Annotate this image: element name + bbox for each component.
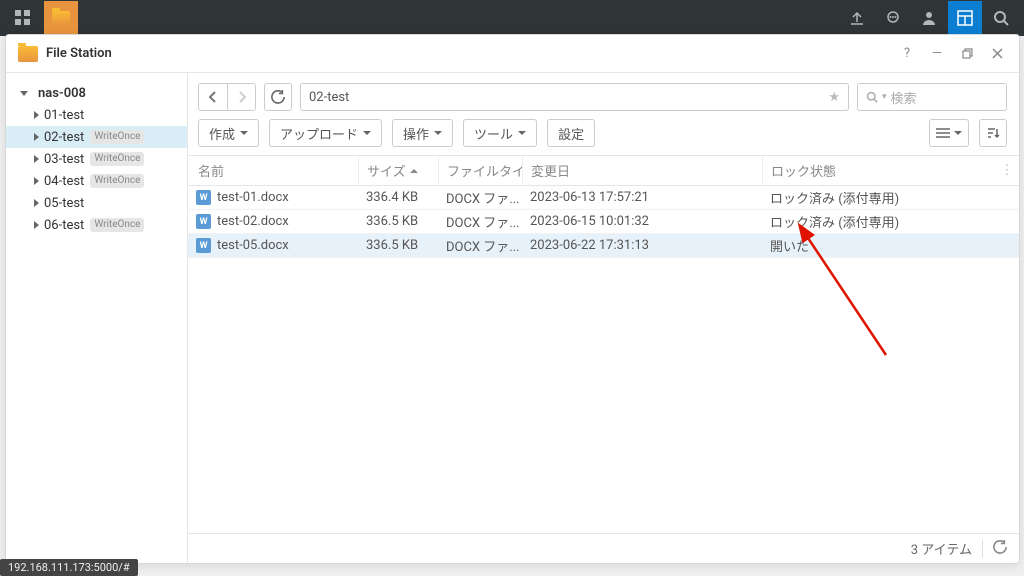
view-mode-button[interactable] <box>929 119 969 147</box>
item-count: 3 アイテム <box>911 539 972 558</box>
upload-button[interactable]: アップロード <box>269 119 382 147</box>
file-table: 名前 サイズ ファイルタイ... 変更日 ロック状態 ⋮ Wtest-01.do… <box>188 156 1019 533</box>
writeonce-badge: WriteOnce <box>90 130 144 144</box>
chevron-right-icon <box>34 133 39 141</box>
action-toolbar: 作成 アップロード 操作 ツール 設定 <box>188 117 1019 156</box>
nav-forward-button[interactable] <box>227 84 255 110</box>
tree-item-02-test[interactable]: 02-test WriteOnce <box>6 126 187 148</box>
chevron-down-icon <box>20 91 28 96</box>
writeonce-badge: WriteOnce <box>90 152 144 166</box>
settings-button[interactable]: 設定 <box>547 119 595 147</box>
create-button[interactable]: 作成 <box>198 119 259 147</box>
tree-item-label: 01-test <box>44 108 84 123</box>
folder-tree: nas-008 01-test 02-test WriteOnce 03-tes… <box>6 73 188 563</box>
table-header-row: 名前 サイズ ファイルタイ... 変更日 ロック状態 ⋮ <box>188 156 1019 186</box>
tree-item-04-test[interactable]: 04-test WriteOnce <box>6 170 187 192</box>
operate-button[interactable]: 操作 <box>392 119 453 147</box>
chevron-right-icon <box>34 199 39 207</box>
star-icon[interactable]: ★ <box>828 90 840 105</box>
chevron-right-icon <box>34 177 39 185</box>
reload-button[interactable] <box>264 83 292 111</box>
tree-item-06-test[interactable]: 06-test WriteOnce <box>6 214 187 236</box>
chat-icon[interactable] <box>876 1 910 35</box>
tools-button[interactable]: ツール <box>463 119 537 147</box>
chevron-right-icon <box>34 155 39 163</box>
main-panel: 02-test ★ ▾ 検索 作成 アップロード 操作 ツール 設定 <box>188 73 1019 563</box>
status-bar: 3 アイテム <box>188 533 1019 563</box>
user-icon[interactable] <box>912 1 946 35</box>
docx-file-icon: W <box>196 214 211 229</box>
chevron-right-icon <box>34 111 39 119</box>
docx-file-icon: W <box>196 238 211 253</box>
tree-item-label: 03-test <box>44 152 84 167</box>
column-header-type[interactable]: ファイルタイ... <box>438 156 522 185</box>
search-input[interactable]: ▾ 検索 <box>857 83 1007 111</box>
column-header-name[interactable]: 名前 <box>188 156 358 185</box>
column-header-lock[interactable]: ロック状態 <box>762 156 995 185</box>
writeonce-badge: WriteOnce <box>90 218 144 232</box>
tree-item-label: 06-test <box>44 218 84 233</box>
tree-item-label: 02-test <box>44 130 84 145</box>
tree-root-label: nas-008 <box>38 86 86 101</box>
close-button[interactable] <box>985 42 1009 66</box>
system-topbar <box>0 0 1024 36</box>
tree-item-label: 05-test <box>44 196 84 211</box>
table-row[interactable]: Wtest-05.docx 336.5 KB DOCX ファ... 2023-0… <box>188 234 1019 258</box>
window-titlebar: File Station ? — <box>6 35 1019 73</box>
folder-icon <box>18 46 38 62</box>
table-row[interactable]: Wtest-02.docx 336.5 KB DOCX ファ... 2023-0… <box>188 210 1019 234</box>
maximize-button[interactable] <box>955 42 979 66</box>
tree-root-node[interactable]: nas-008 <box>6 83 187 104</box>
file-station-window: File Station ? — nas-008 01-test 02-test… <box>5 34 1020 564</box>
navigation-toolbar: 02-test ★ ▾ 検索 <box>188 73 1019 117</box>
file-station-app-button[interactable] <box>44 1 78 35</box>
tree-item-label: 04-test <box>44 174 84 189</box>
search-placeholder: 検索 <box>891 88 917 107</box>
upload-tray-icon[interactable] <box>840 1 874 35</box>
writeonce-badge: WriteOnce <box>90 174 144 188</box>
dashboard-icon[interactable] <box>948 1 982 35</box>
path-text: 02-test <box>309 90 349 105</box>
tree-item-03-test[interactable]: 03-test WriteOnce <box>6 148 187 170</box>
tree-item-01-test[interactable]: 01-test <box>6 104 187 126</box>
window-title: File Station <box>46 46 112 61</box>
minimize-button[interactable]: — <box>925 42 949 66</box>
status-reload-button[interactable] <box>993 540 1007 558</box>
chevron-right-icon <box>34 221 39 229</box>
search-icon[interactable] <box>984 1 1018 35</box>
path-input[interactable]: 02-test ★ <box>300 83 849 111</box>
tree-item-05-test[interactable]: 05-test <box>6 192 187 214</box>
sort-asc-icon <box>410 169 418 173</box>
nav-back-button[interactable] <box>199 84 227 110</box>
sort-button[interactable] <box>979 119 1007 147</box>
column-header-date[interactable]: 変更日 <box>522 156 762 185</box>
apps-menu-button[interactable] <box>6 1 40 35</box>
help-button[interactable]: ? <box>895 42 919 66</box>
column-header-size[interactable]: サイズ <box>358 156 438 185</box>
docx-file-icon: W <box>196 190 211 205</box>
status-url-hint: 192.168.111.173:5000/# <box>0 559 138 576</box>
table-row[interactable]: Wtest-01.docx 336.4 KB DOCX ファ... 2023-0… <box>188 186 1019 210</box>
column-menu-icon[interactable]: ⋮ <box>995 163 1019 178</box>
